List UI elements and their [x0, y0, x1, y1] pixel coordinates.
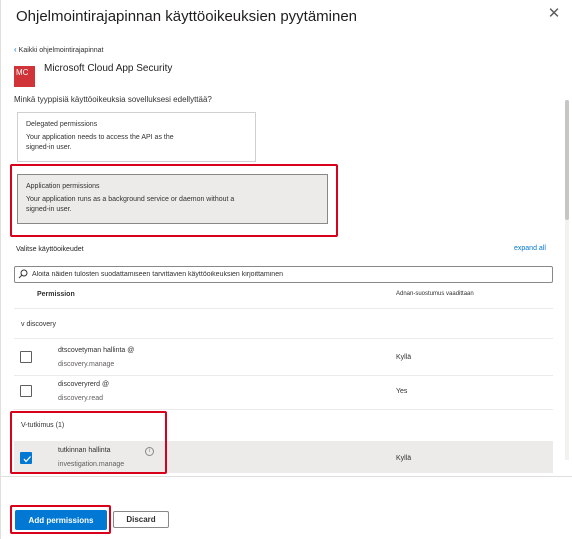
highlight-application-permissions: [10, 164, 338, 237]
permission-checkbox[interactable]: [20, 351, 32, 363]
row-divider: [14, 409, 553, 410]
back-link[interactable]: ‹ Kaikki ohjelmointirajapinnat: [14, 45, 104, 54]
panel-title: Ohjelmointirajapinnan käyttöoikeuksien p…: [16, 8, 358, 25]
permission-checkbox[interactable]: [20, 385, 32, 397]
search-icon: [18, 269, 28, 279]
expand-all-link[interactable]: expand all: [514, 245, 546, 252]
group-toggle-discovery[interactable]: v discovery: [21, 321, 56, 328]
column-header-permission: Permission: [37, 291, 75, 298]
permission-name: dtscovetyman hallinta @: [58, 347, 135, 354]
footer-divider: [0, 476, 572, 477]
permission-search-box[interactable]: [14, 266, 553, 283]
admin-consent-value: Yes: [396, 388, 408, 395]
permission-value: discovery.manage: [58, 361, 115, 368]
card-description: Your application needs to access the API…: [26, 134, 174, 151]
discard-button[interactable]: Discard: [113, 511, 169, 528]
select-permissions-label: Valitse käyttöoikeudet: [16, 246, 84, 253]
admin-consent-value: Kyllä: [396, 354, 412, 361]
close-icon[interactable]: ✕: [544, 4, 564, 24]
permission-value: discovery.read: [58, 395, 104, 402]
highlight-add-permissions: [10, 505, 111, 534]
permission-type-question: Minkä tyyppisiä käyttöoikeuksia sovelluk…: [14, 95, 212, 104]
table-row[interactable]: discoveryrerd @ discovery.read Yes: [14, 375, 553, 409]
group-divider: [14, 338, 553, 339]
scrollbar-thumb[interactable]: [565, 100, 569, 220]
column-header-admin-consent: Adnan-suostumus vaadittaan: [396, 291, 474, 297]
api-name: Microsoft Cloud App Security: [44, 63, 173, 74]
search-input[interactable]: [32, 268, 547, 281]
admin-consent-value: Kyllä: [396, 455, 412, 462]
chevron-left-icon: ‹: [14, 45, 17, 54]
back-link-label: Kaikki ohjelmointirajapinnat: [18, 47, 104, 54]
api-badge: MC: [14, 66, 35, 87]
card-title: Delegated permissions: [26, 121, 98, 128]
permission-name: discoveryrerd @: [58, 381, 110, 388]
highlight-investigation-group: [10, 411, 167, 474]
header-divider: [14, 308, 553, 309]
table-row[interactable]: dtscovetyman hallinta @ discovery.manage…: [14, 341, 553, 375]
delegated-permissions-card[interactable]: Delegated permissions Your application n…: [17, 112, 256, 162]
